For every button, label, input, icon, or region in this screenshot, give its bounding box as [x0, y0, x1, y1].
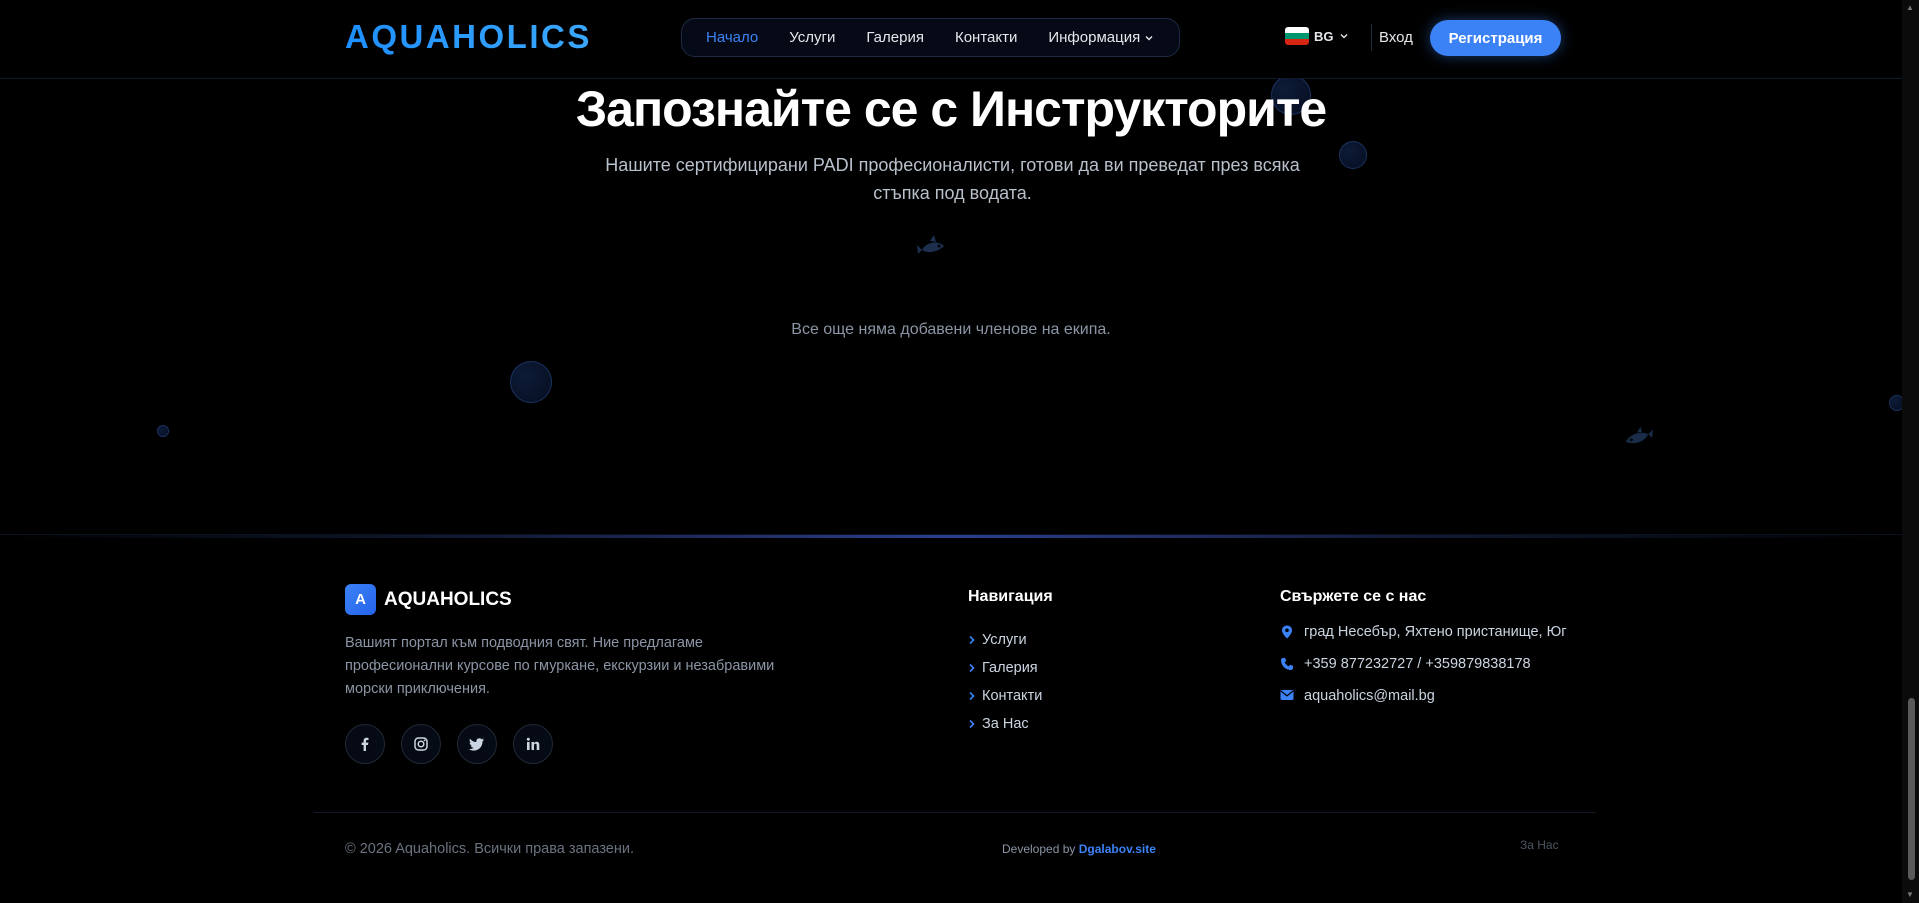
footer-bottom-divider: [314, 812, 1596, 813]
nav-item-gallery[interactable]: Галерия: [866, 29, 924, 46]
footer-contact: град Несебър, Яхтено пристанище, Юг +359…: [1280, 622, 1580, 718]
page-subtitle: Нашите сертифицирани PADI професионалист…: [605, 155, 1300, 203]
contact-address: град Несебър, Яхтено пристанище, Юг: [1280, 622, 1570, 642]
chevron-right-icon: [969, 691, 975, 701]
page-title: Запознайте се с Инструкторите: [575, 81, 1327, 137]
scroll-up-icon[interactable]: ▲: [1906, 3, 1914, 12]
scrollbar-thumb[interactable]: [1908, 698, 1915, 880]
developer-credit: Developed by Dgalabov.site: [1002, 842, 1156, 856]
fish-icon: [1625, 426, 1654, 444]
facebook-icon: [361, 737, 369, 751]
main-nav: Начало Услуги Галерия Контакти Информаци…: [681, 18, 1180, 57]
envelope-icon: [1280, 690, 1294, 700]
footer-glow-line: [0, 535, 1902, 538]
linkedin-icon: [526, 737, 540, 750]
site-header: AQUAHOLICS Начало Услуги Галерия Контакт…: [0, 0, 1902, 79]
contact-email[interactable]: aquaholics@mail.bg: [1280, 686, 1580, 706]
footer-nav-title: Навигация: [968, 588, 1053, 605]
copyright-text: © 2026 Aquaholics. Всички права запазени…: [345, 841, 635, 857]
twitter-link[interactable]: [457, 724, 497, 764]
language-code: BG: [1314, 28, 1334, 44]
social-links: [345, 724, 553, 764]
linkedin-link[interactable]: [513, 724, 553, 764]
footer-nav-item-services[interactable]: Услуги: [968, 626, 1042, 654]
login-link[interactable]: Вход: [1379, 29, 1413, 46]
map-pin-icon: [1282, 625, 1292, 639]
twitter-icon: [469, 738, 484, 751]
developer-link[interactable]: Dgalabov.site: [1079, 842, 1156, 856]
bubble-decoration: [157, 425, 169, 437]
nav-item-services[interactable]: Услуги: [789, 29, 835, 46]
footer-nav-item-about[interactable]: За Нас: [968, 710, 1042, 738]
footer-brand[interactable]: AQUAHOLICS: [384, 589, 512, 611]
footer-nav: Услуги Галерия Контакти За Нас: [968, 626, 1042, 738]
chevron-right-icon: [969, 663, 975, 673]
facebook-link[interactable]: [345, 724, 385, 764]
bubble-decoration: [1339, 141, 1367, 169]
header-divider: [1371, 24, 1372, 51]
bulgaria-flag-icon: [1285, 27, 1309, 45]
contact-phone[interactable]: +359 877232727 / +359879838178: [1280, 654, 1580, 674]
chevron-right-icon: [969, 719, 975, 729]
chevron-down-icon: [1145, 35, 1153, 40]
page: AQUAHOLICS Начало Услуги Галерия Контакт…: [0, 0, 1919, 903]
footer-logo-badge[interactable]: A: [345, 584, 376, 615]
nav-item-contacts[interactable]: Контакти: [955, 29, 1017, 46]
scroll-down-icon[interactable]: ▼: [1906, 890, 1914, 899]
fish-icon: [917, 235, 944, 254]
phone-icon: [1281, 658, 1293, 670]
empty-team-message: Все още няма добавени членове на екипа.: [791, 321, 1111, 338]
footer-nav-item-contacts[interactable]: Контакти: [968, 682, 1042, 710]
chevron-down-icon: [1340, 34, 1347, 39]
instagram-icon: [414, 737, 428, 751]
brand-logo[interactable]: AQUAHOLICS: [345, 18, 592, 56]
nav-item-information[interactable]: Информация: [1048, 29, 1154, 46]
instagram-link[interactable]: [401, 724, 441, 764]
footer-about-link[interactable]: За Нас: [1520, 838, 1559, 852]
register-button[interactable]: Регистрация: [1430, 20, 1561, 56]
footer-nav-item-gallery[interactable]: Галерия: [968, 654, 1042, 682]
bubble-decoration: [510, 361, 552, 403]
nav-item-home[interactable]: Начало: [706, 29, 758, 46]
chevron-right-icon: [969, 635, 975, 645]
language-selector[interactable]: BG: [1285, 27, 1349, 45]
footer-contact-title: Свържете се с нас: [1280, 588, 1427, 605]
footer-description: Вашият портал към подводния свят. Ние пр…: [345, 635, 775, 697]
